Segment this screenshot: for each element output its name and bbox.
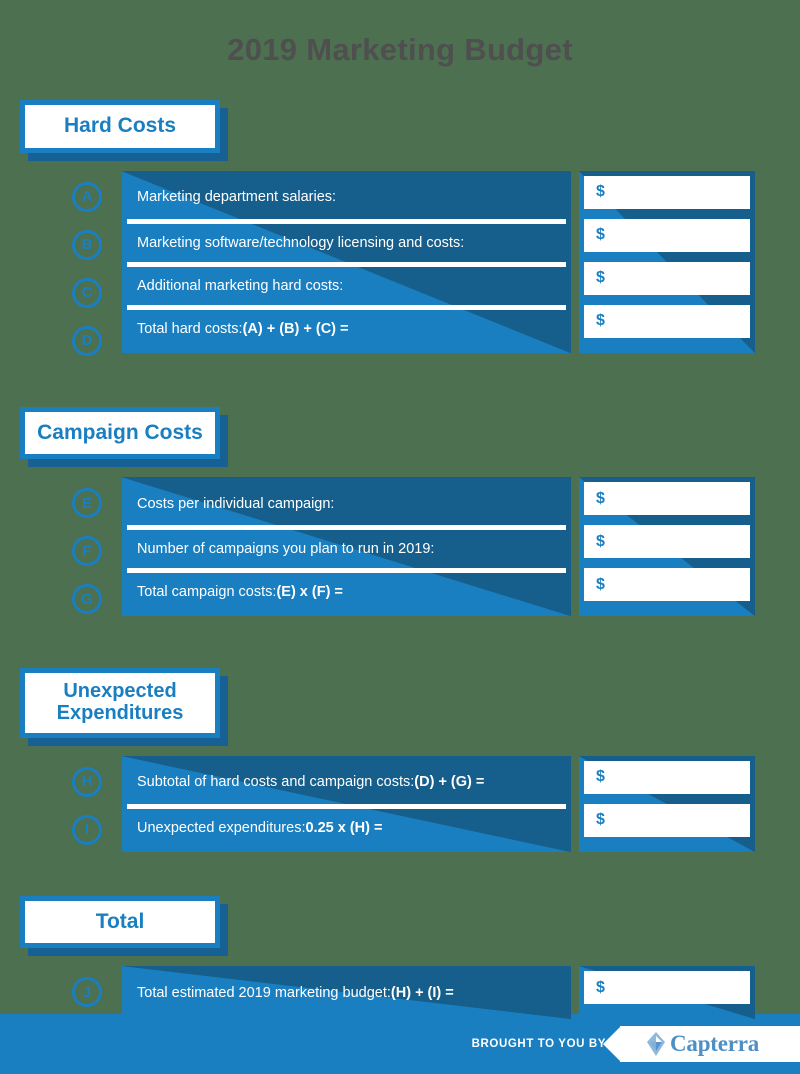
row-label-d-text: Total hard costs: (137, 320, 243, 337)
capterra-ribbon: Capterra (603, 1026, 800, 1062)
footer-bar: BROUGHT TO YOU BY Capterra (0, 1014, 800, 1074)
currency-symbol: $ (596, 183, 605, 201)
currency-symbol: $ (596, 768, 605, 786)
rows-block-unexpected-expenditures: H I Subtotal of hard costs and campaign … (0, 755, 800, 852)
row-label-g: Total campaign costs: (E) x (F) = (127, 568, 566, 611)
letters-column-unexpected-expenditures: H I (72, 756, 110, 845)
row-label-j-formula: (H) + (I) = (390, 984, 454, 1001)
currency-symbol: $ (596, 978, 605, 996)
row-label-j-text: Total estimated 2019 marketing budget: (137, 984, 391, 1001)
letters-column-hard-costs: A B C D (72, 171, 110, 356)
section-total: Total J Total estimated 2019 marketing b… (0, 895, 800, 1020)
section-badge-wrap-unexpected-expenditures: Unexpected Expenditures (20, 668, 228, 746)
row-label-h: Subtotal of hard costs and campaign cost… (127, 761, 566, 804)
labels-panel-unexpected-expenditures: Subtotal of hard costs and campaign cost… (122, 755, 571, 852)
row-label-d-formula: (A) + (B) + (C) = (242, 320, 349, 337)
inputs-panel-hard-costs: $ $ $ $ (579, 170, 755, 353)
letters-column-campaign-costs: E F G (72, 477, 110, 615)
row-label-b: Marketing software/technology licensing … (127, 218, 566, 262)
row-label-a-text: Marketing department salaries: (137, 189, 337, 206)
inputs-panel-unexpected-expenditures: $ $ (579, 755, 755, 852)
labels-panel-hard-costs: Marketing department salaries: Marketing… (122, 170, 571, 353)
section-campaign-costs: Campaign Costs E F G Costs per individua… (0, 406, 800, 617)
currency-symbol: $ (596, 811, 605, 829)
row-label-f: Number of campaigns you plan to run in 2… (127, 525, 566, 568)
row-label-c: Additional marketing hard costs: (127, 261, 566, 305)
currency-symbol: $ (596, 489, 605, 507)
section-badge-campaign-costs: Campaign Costs (20, 406, 220, 460)
section-badge-total: Total (20, 895, 220, 949)
input-field-f[interactable]: $ (584, 525, 750, 559)
labels-panel-campaign-costs: Costs per individual campaign: Number of… (122, 477, 571, 617)
capterra-wordmark: Capterra (670, 1031, 760, 1056)
row-label-j: Total estimated 2019 marketing budget: (… (127, 971, 566, 1014)
row-label-h-formula: (D) + (G) = (414, 774, 485, 791)
letter-badge-j: J (72, 977, 102, 1008)
rows-block-campaign-costs: E F G Costs per individual campaign: Num… (0, 477, 800, 617)
row-label-a: Marketing department salaries: (127, 176, 566, 219)
currency-symbol: $ (596, 312, 605, 330)
brought-to-you-by-label: BROUGHT TO YOU BY (471, 1038, 606, 1050)
input-field-d[interactable]: $ (584, 304, 750, 338)
input-field-i[interactable]: $ (584, 803, 750, 837)
row-label-e-text: Costs per individual campaign: (137, 495, 335, 512)
letter-badge-d: D (72, 325, 102, 356)
page-title: 2019 Marketing Budget (227, 32, 573, 67)
letter-badge-f: F (72, 536, 102, 567)
section-badge-wrap-total: Total (20, 895, 228, 957)
currency-symbol: $ (596, 226, 605, 244)
letter-badge-i: I (72, 814, 102, 845)
row-label-d: Total hard costs: (A) + (B) + (C) = (127, 304, 566, 348)
section-badge-line-1: Unexpected (63, 680, 177, 703)
section-unexpected-expenditures: Unexpected Expenditures H I Subtotal of … (0, 668, 800, 852)
capterra-diamond-icon (647, 1032, 665, 1056)
currency-symbol: $ (596, 269, 605, 287)
section-badge-hard-costs: Hard Costs (20, 100, 220, 153)
labels-panel-total: Total estimated 2019 marketing budget: (… (122, 966, 571, 1020)
row-label-i: Unexpected expenditures: 0.25 x (H) = (127, 803, 566, 847)
letters-column-total: J (72, 966, 110, 1008)
input-field-e[interactable]: $ (584, 482, 750, 516)
section-badge-unexpected-expenditures: Unexpected Expenditures (20, 668, 220, 738)
input-field-b[interactable]: $ (584, 218, 750, 252)
inputs-panel-campaign-costs: $ $ $ (579, 477, 755, 617)
row-label-e: Costs per individual campaign: (127, 482, 566, 525)
row-label-h-text: Subtotal of hard costs and campaign cost… (137, 774, 415, 791)
inputs-panel-total: $ (579, 966, 755, 1020)
letter-badge-c: C (72, 277, 102, 308)
row-label-i-text: Unexpected expenditures: (137, 819, 306, 836)
letter-badge-h: H (72, 766, 102, 797)
input-field-a[interactable]: $ (584, 175, 750, 209)
input-field-c[interactable]: $ (584, 261, 750, 295)
row-label-g-text: Total campaign costs: (137, 584, 277, 601)
row-label-b-text: Marketing software/technology licensing … (137, 234, 465, 251)
letter-badge-a: A (72, 181, 102, 212)
section-badge-wrap-hard-costs: Hard Costs (20, 100, 228, 161)
row-label-i-formula: 0.25 x (H) = (305, 819, 383, 836)
input-field-h[interactable]: $ (584, 760, 750, 794)
row-label-g-formula: (E) x (F) = (276, 584, 343, 601)
row-label-f-text: Number of campaigns you plan to run in 2… (137, 541, 435, 558)
input-field-j[interactable]: $ (584, 971, 750, 1005)
section-badge-wrap-campaign-costs: Campaign Costs (20, 406, 228, 468)
rows-block-hard-costs: A B C D Marketing department salaries: M… (0, 170, 800, 356)
currency-symbol: $ (596, 532, 605, 550)
section-badge-line-2: Expenditures (56, 701, 184, 724)
row-label-c-text: Additional marketing hard costs: (137, 277, 344, 294)
letter-badge-e: E (72, 488, 102, 519)
rows-block-total: J Total estimated 2019 marketing budget:… (0, 966, 800, 1020)
letter-badge-g: G (72, 584, 102, 615)
capterra-logo[interactable]: Capterra (646, 1031, 759, 1057)
section-hard-costs: Hard Costs A B C D Marketing department … (0, 100, 800, 356)
input-field-g[interactable]: $ (584, 568, 750, 602)
currency-symbol: $ (596, 575, 605, 593)
letter-badge-b: B (72, 229, 102, 260)
